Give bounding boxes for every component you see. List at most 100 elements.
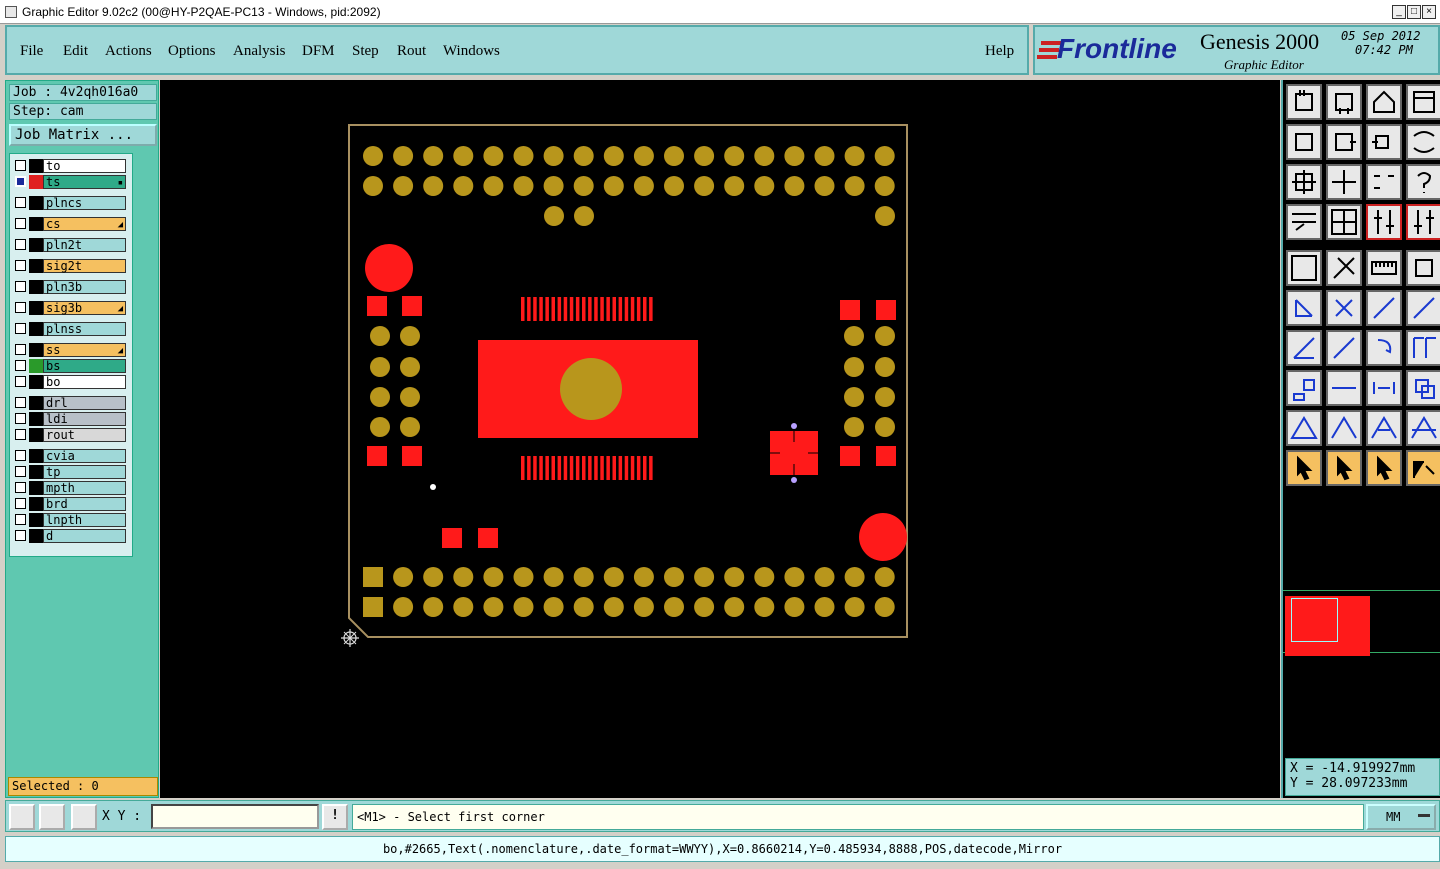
- ic-pin[interactable]: [612, 297, 617, 321]
- layer-name[interactable]: pln2t: [43, 238, 126, 252]
- copper-pad[interactable]: [370, 357, 390, 377]
- copper-pad[interactable]: [633, 176, 654, 196]
- menu-step[interactable]: Step: [352, 43, 379, 60]
- ic-pin[interactable]: [551, 297, 556, 321]
- copper-pad[interactable]: [543, 567, 564, 587]
- copper-pad[interactable]: [453, 146, 474, 166]
- ic-pin[interactable]: [521, 297, 525, 321]
- triangle-icon[interactable]: [1286, 410, 1322, 446]
- thermal-pad[interactable]: [560, 358, 622, 420]
- ic-pin[interactable]: [575, 297, 580, 321]
- layer-name[interactable]: plncs: [43, 196, 126, 210]
- layer-name[interactable]: drl: [43, 396, 126, 410]
- ic-pin[interactable]: [649, 297, 653, 321]
- smd-pad[interactable]: [442, 528, 462, 548]
- ic-pin[interactable]: [594, 297, 598, 321]
- copper-pad[interactable]: [874, 597, 895, 617]
- layer-checkbox[interactable]: [15, 197, 26, 208]
- center-icon[interactable]: [1326, 164, 1362, 200]
- snap-icon[interactable]: [39, 804, 65, 830]
- layer-name[interactable]: to: [43, 159, 126, 173]
- smd-pad[interactable]: [402, 296, 422, 316]
- minimap-viewport[interactable]: [1291, 598, 1338, 642]
- layer-checkbox[interactable]: [15, 360, 26, 371]
- menu-dfm[interactable]: DFM: [302, 43, 335, 60]
- copper-pad[interactable]: [453, 567, 474, 587]
- copper-pad[interactable]: [875, 326, 895, 346]
- angle-icon[interactable]: [1326, 410, 1362, 446]
- copper-pad[interactable]: [875, 387, 895, 407]
- layer-name[interactable]: bo: [43, 375, 126, 389]
- grid-icon[interactable]: [1326, 204, 1362, 240]
- arc-icon[interactable]: [1366, 410, 1402, 446]
- scale-1-2-icon[interactable]: [1366, 164, 1402, 200]
- copper-pad[interactable]: [603, 597, 624, 617]
- origin-icon[interactable]: [341, 629, 359, 647]
- layer-row-bo[interactable]: bo: [13, 375, 131, 389]
- copper-pad[interactable]: [573, 597, 594, 617]
- copper-pad[interactable]: [400, 326, 420, 346]
- copper-pad[interactable]: [874, 146, 895, 166]
- ic-pin[interactable]: [612, 456, 617, 480]
- fit-icon[interactable]: [1286, 164, 1322, 200]
- menu-analysis[interactable]: Analysis: [233, 43, 286, 60]
- copper-pad[interactable]: [423, 567, 444, 587]
- copper-pad[interactable]: [423, 146, 444, 166]
- line-icon[interactable]: [1366, 290, 1402, 326]
- layer-row-mpth[interactable]: mpth: [13, 481, 131, 495]
- copper-pad[interactable]: [874, 567, 895, 587]
- layer-checkbox[interactable]: [15, 281, 26, 292]
- ic-pin[interactable]: [618, 297, 623, 321]
- copper-pad[interactable]: [513, 567, 534, 587]
- measure-icon[interactable]: [1286, 330, 1322, 366]
- copper-pad[interactable]: [603, 567, 624, 587]
- copper-pad[interactable]: [573, 146, 594, 166]
- mirror-icon[interactable]: [1406, 330, 1440, 366]
- layer-name[interactable]: plnss: [43, 322, 126, 336]
- copper-pad[interactable]: [363, 176, 383, 196]
- ic-pin[interactable]: [606, 297, 610, 321]
- layer-checkbox[interactable]: [15, 302, 26, 313]
- layer-checkbox[interactable]: [15, 239, 26, 250]
- ic-pin[interactable]: [539, 297, 543, 321]
- copper-pad[interactable]: [814, 597, 835, 617]
- ic-pin[interactable]: [643, 456, 647, 480]
- copper-pad[interactable]: [724, 146, 745, 166]
- ic-pin[interactable]: [527, 297, 531, 321]
- ic-pin[interactable]: [582, 456, 586, 480]
- layer-name[interactable]: bs: [43, 359, 126, 373]
- ic-pin[interactable]: [594, 456, 598, 480]
- snap-point[interactable]: [791, 423, 797, 429]
- copper-pad[interactable]: [370, 417, 390, 437]
- ic-pin[interactable]: [527, 456, 531, 480]
- layer-row-bs[interactable]: bs: [13, 359, 131, 373]
- copper-pad[interactable]: [543, 146, 564, 166]
- ic-pin[interactable]: [557, 297, 562, 321]
- delete-icon[interactable]: [1326, 290, 1362, 326]
- ic-pin[interactable]: [569, 297, 574, 321]
- pcb-view[interactable]: [160, 80, 1280, 798]
- layer-row-pln3b[interactable]: pln3b: [13, 280, 131, 294]
- layer-row-drl[interactable]: drl: [13, 396, 131, 410]
- layer-name[interactable]: pln3b: [43, 280, 126, 294]
- layer-row-sig3b[interactable]: sig3b ◢: [13, 301, 131, 315]
- copper-pad[interactable]: [784, 176, 805, 196]
- layer-checkbox[interactable]: [15, 160, 26, 171]
- copper-pad[interactable]: [694, 146, 715, 166]
- rotate-icon[interactable]: [1366, 330, 1402, 366]
- copper-pad[interactable]: [633, 567, 654, 587]
- settings-icon[interactable]: [1286, 204, 1322, 240]
- copper-pad[interactable]: [453, 597, 474, 617]
- menu-edit[interactable]: Edit: [63, 43, 88, 60]
- layer-name[interactable]: sig3b ◢: [43, 301, 126, 315]
- layer-name[interactable]: ts ▪: [43, 175, 126, 189]
- home-icon[interactable]: [1366, 84, 1402, 120]
- move-icon[interactable]: [1326, 370, 1362, 406]
- copper-pad[interactable]: [400, 387, 420, 407]
- fiducial-point[interactable]: [430, 484, 436, 490]
- mounting-hole[interactable]: [859, 513, 907, 561]
- layer-checkbox[interactable]: [15, 218, 26, 229]
- ic-pin[interactable]: [649, 456, 653, 480]
- mounting-hole[interactable]: [365, 244, 413, 292]
- copper-pad[interactable]: [814, 146, 835, 166]
